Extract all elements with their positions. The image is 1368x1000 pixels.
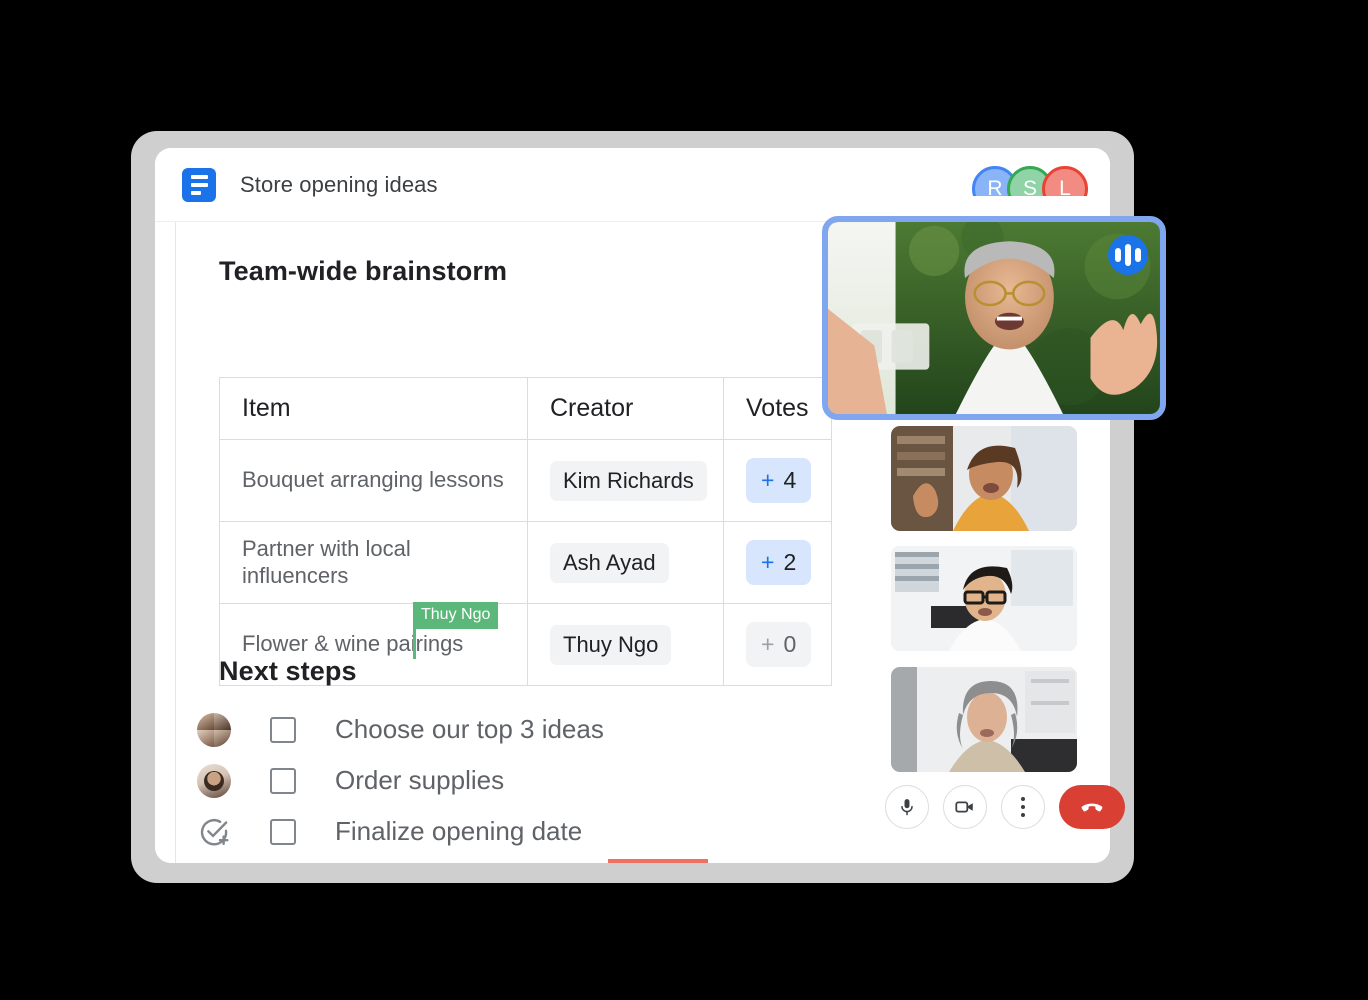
more-options-button[interactable] (1001, 785, 1045, 829)
assign-check-plus-icon[interactable] (197, 815, 231, 849)
group-avatar[interactable] (197, 712, 231, 747)
section-heading-brainstorm: Team-wide brainstorm (219, 256, 508, 286)
column-header-creator: Creator (527, 377, 724, 440)
column-header-votes: Votes (723, 377, 832, 440)
collaborator-cursor-ronald-das: Ronald Das (608, 859, 708, 863)
participant-video (891, 546, 1077, 651)
phone-hangup-icon (1081, 803, 1103, 812)
vote-button[interactable]: + 2 (746, 540, 812, 585)
task-checkbox[interactable] (270, 767, 296, 794)
participant-video (891, 426, 1077, 531)
more-vertical-icon (1020, 796, 1026, 818)
page-title[interactable]: Store opening ideas (240, 172, 438, 198)
ideas-table: Item Creator Votes Bouquet arranging les… (219, 377, 832, 686)
leave-call-button[interactable] (1059, 785, 1125, 829)
meet-main-speaker-tile[interactable] (822, 216, 1166, 420)
vote-count: 4 (783, 467, 797, 493)
task-label: Choose our top 3 ideas (335, 714, 604, 744)
column-header-item: Item (219, 377, 528, 440)
cursor-label: Thuy Ngo (413, 602, 499, 629)
audio-waveform-icon (1108, 235, 1148, 275)
task-label: Order supplies (335, 765, 505, 795)
vote-count: 2 (783, 549, 797, 575)
cursor-caret (413, 629, 416, 659)
cell-votes[interactable]: + 2 (723, 521, 832, 604)
creator-chip[interactable]: Kim Richards (550, 460, 707, 501)
table-header-row: Item Creator Votes (219, 377, 832, 440)
meet-controls (885, 785, 1125, 829)
vote-count: 0 (783, 631, 797, 657)
cell-creator[interactable]: Thuy Ngo (527, 603, 724, 686)
next-steps-list: Choose our top 3 ideas Order supplies Fi… (177, 704, 604, 857)
google-docs-icon[interactable] (182, 167, 216, 202)
plus-icon: + (761, 549, 775, 575)
section-heading-next-steps: Next steps (219, 656, 357, 686)
vote-button[interactable]: + 0 (746, 622, 812, 667)
creator-chip[interactable]: Ash Ayad (550, 542, 669, 583)
list-item[interactable]: Choose our top 3 ideas (177, 704, 604, 755)
participant-video (891, 667, 1077, 772)
task-checkbox[interactable] (270, 818, 296, 845)
camera-button[interactable] (943, 785, 987, 829)
task-checkbox[interactable] (270, 716, 296, 743)
plus-icon: + (761, 631, 775, 657)
creator-chip[interactable]: Thuy Ngo (550, 624, 672, 665)
sidebar-divider (175, 222, 176, 863)
cell-item[interactable]: Bouquet arranging lessons (219, 439, 528, 522)
microphone-icon (901, 799, 913, 816)
screenshot-stage: Store opening ideas R S L Team-wide brai… (0, 0, 1368, 1000)
cursor-label: Ronald Das (608, 859, 708, 863)
person-avatar[interactable] (197, 763, 231, 798)
collaborator-cursor-thuy-ngo: Thuy Ngo (413, 602, 499, 659)
table-row[interactable]: Bouquet arranging lessons Kim Richards +… (219, 439, 832, 522)
item-text: Partner with local influencers (242, 536, 411, 588)
cell-votes[interactable]: + 0 (723, 603, 832, 686)
task-label: Finalize opening date (335, 816, 583, 846)
microphone-button[interactable] (885, 785, 929, 829)
list-item[interactable]: Order supplies (177, 755, 604, 806)
list-item[interactable]: Finalize opening date (177, 806, 604, 857)
participant-tile[interactable] (891, 426, 1077, 531)
participant-tile[interactable] (891, 667, 1077, 772)
participant-tile[interactable] (891, 546, 1077, 651)
cell-creator[interactable]: Kim Richards (527, 439, 724, 522)
plus-icon: + (761, 467, 775, 493)
cell-creator[interactable]: Ash Ayad (527, 521, 724, 604)
item-text: Bouquet arranging lessons (242, 467, 504, 493)
video-camera-icon (955, 801, 973, 813)
vote-button[interactable]: + 4 (746, 458, 812, 503)
table-row[interactable]: Partner with local influencers Ash Ayad … (219, 521, 832, 604)
cell-votes[interactable]: + 4 (723, 439, 832, 522)
cell-item[interactable]: Partner with local influencers (219, 521, 528, 604)
